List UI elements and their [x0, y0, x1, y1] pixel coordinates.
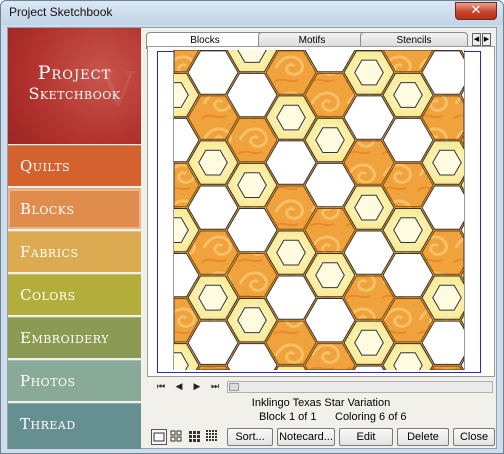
sidebar-item-embroidery[interactable]: Embroidery [8, 317, 141, 358]
client-area: V Project Sketchbook Quilts Blocks Fabri… [7, 27, 497, 449]
edit-button[interactable]: Edit [339, 428, 393, 446]
quilt-block-image[interactable] [164, 50, 480, 370]
next-block-button[interactable]: ▶ [191, 380, 203, 392]
grid-3x3-view-icon[interactable] [187, 429, 203, 445]
tab-scroll-left-button[interactable]: ◀ [472, 33, 481, 46]
bottom-toolbar: Sort... Notecard... Edit Delete Close [147, 428, 497, 446]
preview-navigation: ⏮ ◀ ▶ ⏭ [147, 379, 495, 393]
sidebar-item-blocks[interactable]: Blocks [8, 188, 141, 229]
sidebar-item-quilts[interactable]: Quilts [8, 145, 141, 186]
app-window: Project Sketchbook ✕ V Project Sketchboo… [0, 0, 504, 454]
block-preview-panel [147, 46, 495, 377]
previous-block-button[interactable]: ◀ [173, 380, 185, 392]
close-button[interactable]: Close [453, 428, 495, 446]
quilt-hexagon-center [472, 173, 480, 198]
brand-line-2: Sketchbook [28, 84, 121, 103]
title-bar[interactable]: Project Sketchbook ✕ [1, 1, 503, 25]
sidebar-item-colors[interactable]: Colors [8, 274, 141, 315]
quilt-hexagon-center [472, 308, 480, 333]
grid-2x2-view-icon[interactable] [169, 429, 185, 445]
scrollbar-thumb[interactable] [229, 383, 239, 391]
sidebar-item-photos[interactable]: Photos [8, 360, 141, 401]
sidebar: V Project Sketchbook Quilts Blocks Fabri… [8, 28, 141, 449]
single-view-icon[interactable] [151, 429, 167, 445]
block-coloring: Coloring 6 of 6 [335, 411, 407, 423]
horizontal-scrollbar[interactable] [227, 381, 493, 393]
brand-line-1: Project [37, 62, 112, 84]
brand-logo: V Project Sketchbook [8, 28, 141, 144]
quilt-hexagon-center [472, 50, 480, 62]
sidebar-item-thread[interactable]: Thread [8, 403, 141, 449]
grid-4x4-view-icon[interactable] [205, 429, 221, 445]
sort-button[interactable]: Sort... [227, 428, 273, 446]
sidebar-item-fabrics[interactable]: Fabrics [8, 231, 141, 272]
window-close-button[interactable]: ✕ [455, 2, 497, 20]
tab-scroll-right-button[interactable]: ▶ [482, 33, 491, 46]
block-position: Block 1 of 1 [259, 411, 317, 423]
notecard-button[interactable]: Notecard... [277, 428, 335, 446]
delete-button[interactable]: Delete [397, 428, 449, 446]
first-block-button[interactable]: ⏮ [155, 380, 167, 392]
window-title: Project Sketchbook [9, 5, 113, 19]
block-name: Inklingo Texas Star Variation [251, 397, 391, 409]
last-block-button[interactable]: ⏭ [209, 380, 221, 392]
